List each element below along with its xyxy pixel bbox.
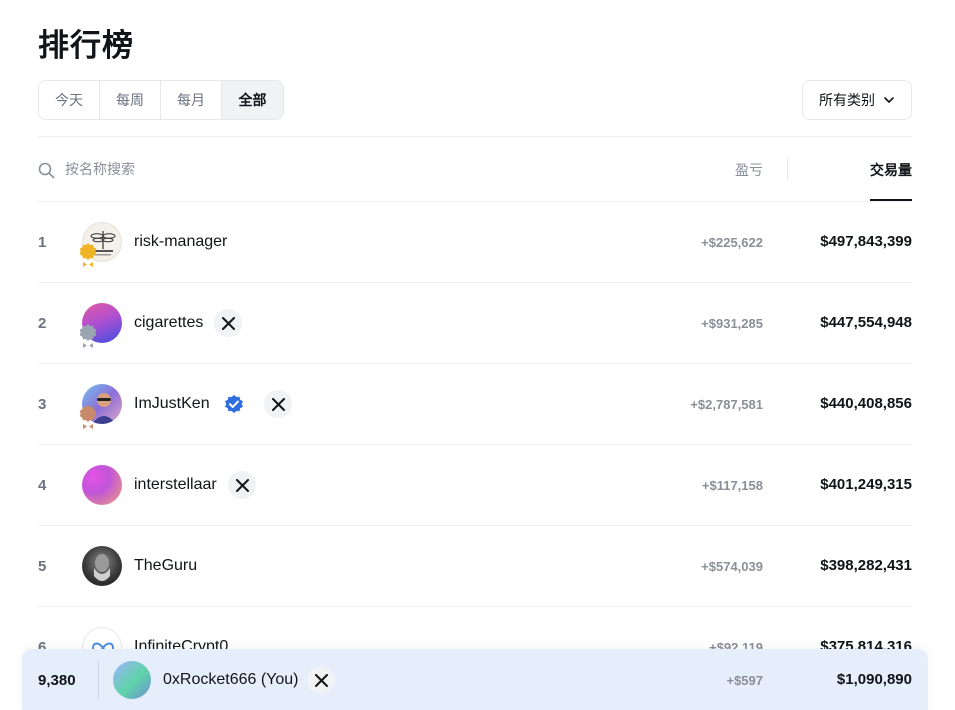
x-twitter-button[interactable] — [214, 309, 242, 337]
x-logo-icon — [221, 316, 235, 330]
pnl-value: +$117,158 — [701, 478, 763, 493]
rank-number: 4 — [38, 477, 47, 494]
rank-number: 2 — [38, 315, 47, 332]
avatar — [113, 661, 151, 699]
page-title: 排行榜 — [38, 28, 134, 64]
volume-value: $398,282,431 — [820, 557, 912, 574]
tab-weekly[interactable]: 每周 — [100, 81, 161, 119]
x-twitter-button[interactable] — [264, 390, 292, 418]
table-row[interactable]: 1 risk-manager +$225,622 $497,843,399 — [38, 202, 912, 283]
search-bar — [38, 152, 365, 188]
tab-all[interactable]: 全部 — [222, 81, 283, 119]
tab-monthly[interactable]: 每月 — [161, 81, 222, 119]
volume-value: $440,408,856 — [820, 395, 912, 412]
rank-number: 5 — [38, 558, 47, 575]
search-input[interactable] — [65, 162, 365, 178]
current-user-rank: 9,380 — [38, 672, 76, 689]
table-row[interactable]: 3 ImJustKen +$2,787,581 $440,408,856 — [38, 364, 912, 445]
table-row[interactable]: 5 TheGuru +$574,039 $398,282,431 — [38, 526, 912, 607]
tab-today[interactable]: 今天 — [39, 81, 100, 119]
volume-value: $447,554,948 — [820, 314, 912, 331]
category-dropdown-label: 所有类别 — [819, 93, 875, 109]
pnl-value: +$931,285 — [701, 316, 763, 331]
x-logo-icon — [235, 478, 249, 492]
avatar — [82, 465, 122, 505]
chevron-down-icon — [884, 97, 894, 103]
trader-name[interactable]: ImJustKen — [134, 395, 210, 413]
volume-value: $1,090,890 — [836, 671, 912, 688]
trader-name[interactable]: TheGuru — [134, 557, 197, 575]
divider — [98, 661, 99, 699]
time-range-tabs: 今天 每周 每月 全部 — [38, 80, 284, 120]
volume-value: $401,249,315 — [820, 476, 912, 493]
avatar — [82, 546, 122, 586]
trader-name[interactable]: cigarettes — [134, 314, 203, 332]
rank-number: 3 — [38, 396, 47, 413]
table-row[interactable]: 2 cigarettes +$931,285 $447,554,948 — [38, 283, 912, 364]
pnl-value: +$2,787,581 — [690, 397, 763, 412]
volume-value: $497,843,399 — [820, 233, 912, 250]
table-row[interactable]: 4 interstellaar +$117,158 $401,249,315 — [38, 445, 912, 526]
search-icon — [38, 162, 55, 178]
bronze-medal-icon — [79, 405, 97, 429]
current-user-row[interactable]: 9,380 0xRocket666 (You) +$597 $1,090,890 — [22, 649, 928, 710]
gold-medal-icon — [79, 243, 97, 267]
silver-medal-icon — [79, 324, 97, 348]
trader-name[interactable]: risk-manager — [134, 233, 227, 251]
current-user-name[interactable]: 0xRocket666 (You) — [163, 671, 299, 689]
verified-badge-icon — [225, 395, 243, 413]
pnl-value: +$597 — [726, 673, 763, 688]
column-separator — [787, 158, 788, 180]
category-dropdown[interactable]: 所有类别 — [802, 80, 912, 120]
x-twitter-button[interactable] — [307, 666, 335, 694]
divider — [38, 136, 912, 137]
x-logo-icon — [271, 397, 285, 411]
pnl-value: +$225,622 — [701, 235, 763, 250]
column-header-pnl[interactable]: 盈亏 — [735, 160, 763, 180]
rank-number: 1 — [38, 234, 47, 251]
x-logo-icon — [314, 673, 328, 687]
column-header-volume[interactable]: 交易量 — [870, 160, 912, 180]
trader-name[interactable]: interstellaar — [134, 476, 217, 494]
x-twitter-button[interactable] — [228, 471, 256, 499]
pnl-value: +$574,039 — [701, 559, 763, 574]
